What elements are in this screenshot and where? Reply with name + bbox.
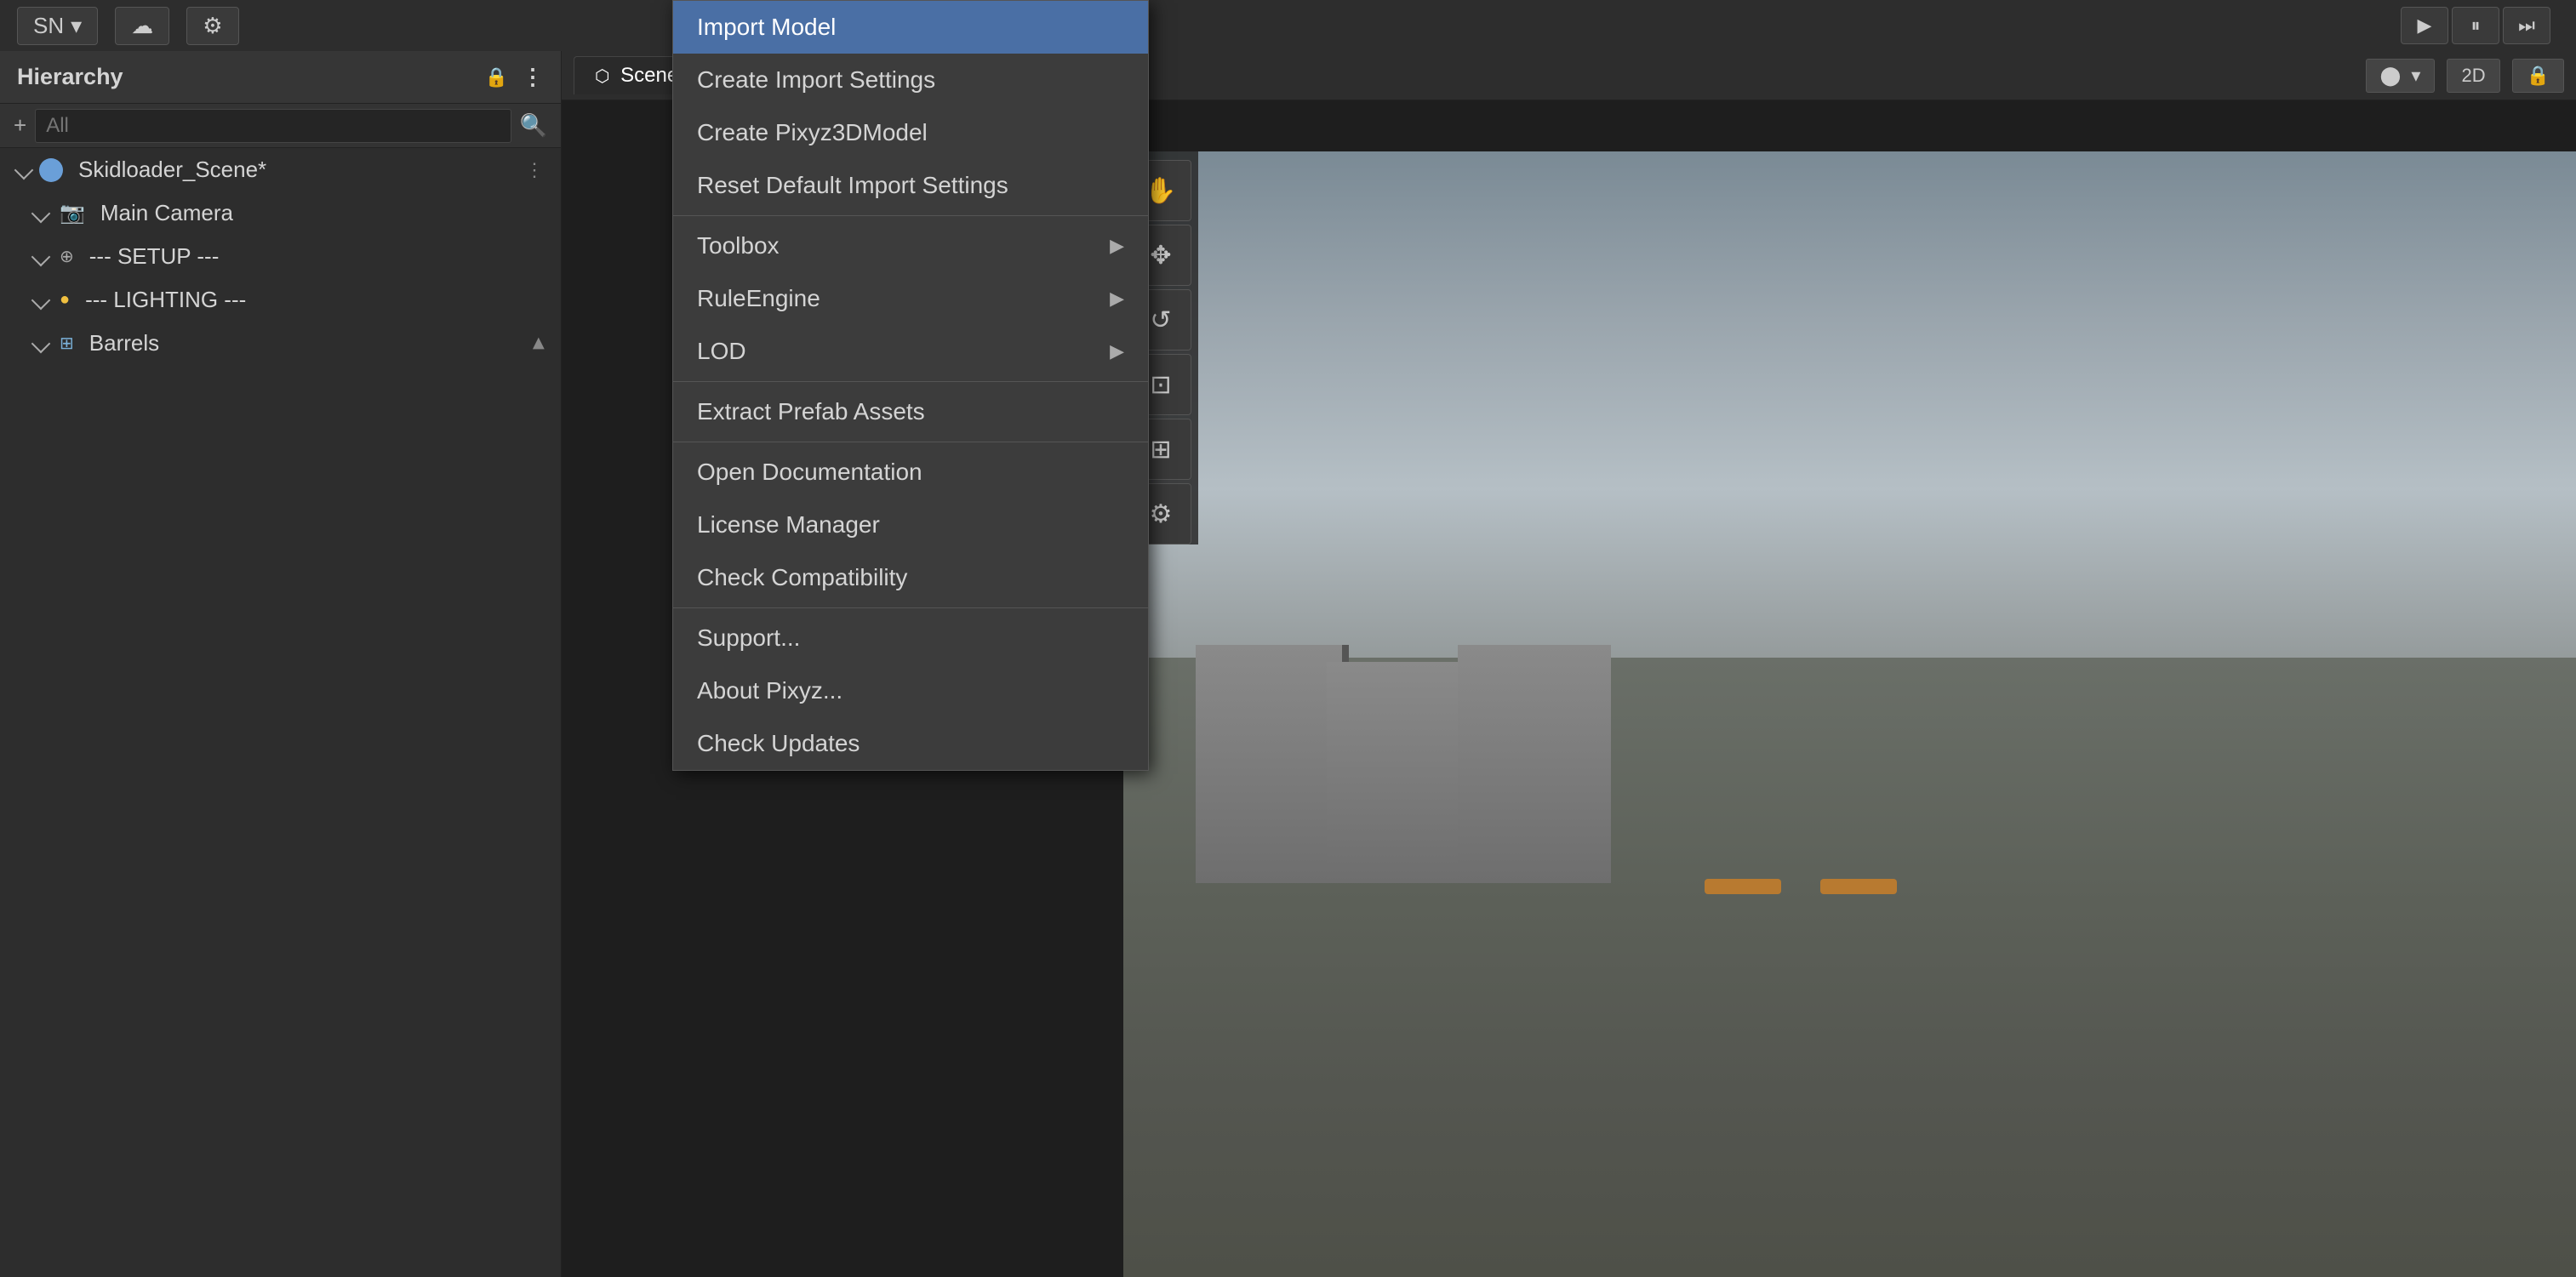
- context-menu: Import Model Create Import Settings Crea…: [672, 0, 1149, 771]
- gizmos-icon: ⬤: [2380, 65, 2402, 86]
- camera-icon: 📷: [60, 201, 85, 225]
- main-camera-label: Main Camera: [100, 200, 233, 226]
- sn-label: SN: [33, 13, 64, 39]
- road-marker-2: [1820, 879, 1897, 894]
- lock-icon[interactable]: 🔒: [485, 66, 508, 88]
- menu-item-support[interactable]: Support...: [673, 612, 1148, 664]
- menu-item-license-manager[interactable]: License Manager: [673, 499, 1148, 551]
- pause-button[interactable]: ⏸: [2452, 7, 2499, 44]
- item-menu-icon[interactable]: ⋮: [525, 159, 544, 181]
- menu-item-rule-engine[interactable]: RuleEngine ▶: [673, 272, 1148, 325]
- lock-icon: 🔒: [2527, 65, 2550, 86]
- rotate-icon: ↺: [1150, 305, 1171, 335]
- expand-icon: [14, 160, 34, 180]
- menu-divider-2: [673, 381, 1148, 382]
- 2d-button[interactable]: 2D: [2447, 59, 2499, 93]
- viewport: [1123, 151, 2576, 1277]
- lock-scene-button[interactable]: 🔒: [2512, 59, 2564, 93]
- play-icon: ▶: [2418, 14, 2432, 37]
- barrier-3: [1458, 645, 1611, 883]
- move-icon: ✥: [1150, 241, 1171, 271]
- right-arrow-icon: ▶: [529, 338, 547, 350]
- cloud-icon: ☁: [131, 13, 153, 39]
- expand-arrow-icon: [31, 290, 51, 310]
- play-controls: ▶ ⏸ ⏭: [2401, 0, 2576, 51]
- hierarchy-menu-icon[interactable]: ⋮: [522, 64, 544, 90]
- expand-arrow-icon: [31, 203, 51, 223]
- step-button[interactable]: ⏭: [2503, 7, 2550, 44]
- menu-divider-4: [673, 607, 1148, 608]
- folder-icon: ⊞: [60, 333, 74, 354]
- submenu-arrow-icon: ▶: [1110, 235, 1124, 257]
- light-icon: ●: [60, 290, 70, 310]
- expand-arrow-icon: [31, 247, 51, 266]
- chevron-down-icon: ▾: [71, 13, 82, 39]
- 2d-label: 2D: [2461, 65, 2485, 86]
- search-input[interactable]: [35, 109, 511, 143]
- menu-item-check-updates[interactable]: Check Updates: [673, 717, 1148, 770]
- scale-icon: ⊡: [1150, 370, 1171, 400]
- menu-item-create-import-settings[interactable]: Create Import Settings: [673, 54, 1148, 106]
- menu-divider-1: [673, 215, 1148, 216]
- scene-icon: [39, 158, 63, 182]
- scene-icon-small: ⬡: [595, 67, 609, 86]
- hierarchy-item-setup[interactable]: ⊕ --- SETUP ---: [0, 235, 561, 278]
- submenu-arrow-icon: ▶: [1110, 288, 1124, 310]
- sn-dropdown-button[interactable]: SN ▾: [17, 7, 98, 45]
- hierarchy-item-barrels[interactable]: ⊞ Barrels ▶: [0, 322, 561, 365]
- hierarchy-header: Hierarchy 🔒 ⋮: [0, 51, 561, 104]
- gear-icon: ⚙: [203, 13, 222, 39]
- gizmos-button[interactable]: ⬤ ▾: [2366, 59, 2436, 93]
- topbar: SN ▾ ☁ ⚙ ▶ ⏸ ⏭: [0, 0, 2576, 51]
- hierarchy-title: Hierarchy: [17, 64, 123, 90]
- search-icon[interactable]: 🔍: [520, 112, 547, 139]
- hand-icon: ✋: [1145, 176, 1176, 206]
- menu-item-import-model[interactable]: Import Model: [673, 1, 1148, 54]
- hierarchy-toolbar: + 🔍: [0, 104, 561, 148]
- hierarchy-item-lighting[interactable]: ● --- LIGHTING ---: [0, 278, 561, 322]
- play-button[interactable]: ▶: [2401, 7, 2448, 44]
- hierarchy-panel: Hierarchy 🔒 ⋮ + 🔍 Skidloader_Scene* ⋮ 📷 …: [0, 51, 562, 1277]
- road-marker-1: [1705, 879, 1781, 894]
- settings-button[interactable]: ⚙: [186, 7, 238, 45]
- cloud-button[interactable]: ☁: [115, 7, 169, 45]
- menu-item-reset-default[interactable]: Reset Default Import Settings: [673, 159, 1148, 212]
- skidloader-scene-label: Skidloader_Scene*: [78, 157, 266, 183]
- menu-item-create-pixyz3dmodel[interactable]: Create Pixyz3DModel: [673, 106, 1148, 159]
- menu-item-toolbox[interactable]: Toolbox ▶: [673, 219, 1148, 272]
- custom-icon: ⚙: [1150, 499, 1173, 529]
- dots-icon: ⊕: [60, 246, 74, 267]
- lighting-label: --- LIGHTING ---: [85, 287, 246, 313]
- step-icon: ⏭: [2518, 14, 2535, 37]
- rect-icon: ⊞: [1150, 435, 1171, 465]
- hierarchy-item-main-camera[interactable]: 📷 Main Camera: [0, 191, 561, 235]
- hierarchy-item-skidloader[interactable]: Skidloader_Scene* ⋮: [0, 148, 561, 191]
- menu-item-lod[interactable]: LOD ▶: [673, 325, 1148, 378]
- collapse-arrow-icon: [31, 334, 51, 353]
- barrels-label: Barrels: [89, 330, 159, 356]
- menu-item-about-pixyz[interactable]: About Pixyz...: [673, 664, 1148, 717]
- menu-item-check-compatibility[interactable]: Check Compatibility: [673, 551, 1148, 604]
- create-icon[interactable]: +: [14, 112, 26, 139]
- menu-item-extract-prefab[interactable]: Extract Prefab Assets: [673, 385, 1148, 438]
- pause-icon: ⏸: [2470, 14, 2480, 37]
- setup-label: --- SETUP ---: [89, 243, 220, 270]
- submenu-arrow-icon: ▶: [1110, 340, 1124, 362]
- gizmos-label: ▾: [2411, 65, 2420, 86]
- menu-item-open-docs[interactable]: Open Documentation: [673, 446, 1148, 499]
